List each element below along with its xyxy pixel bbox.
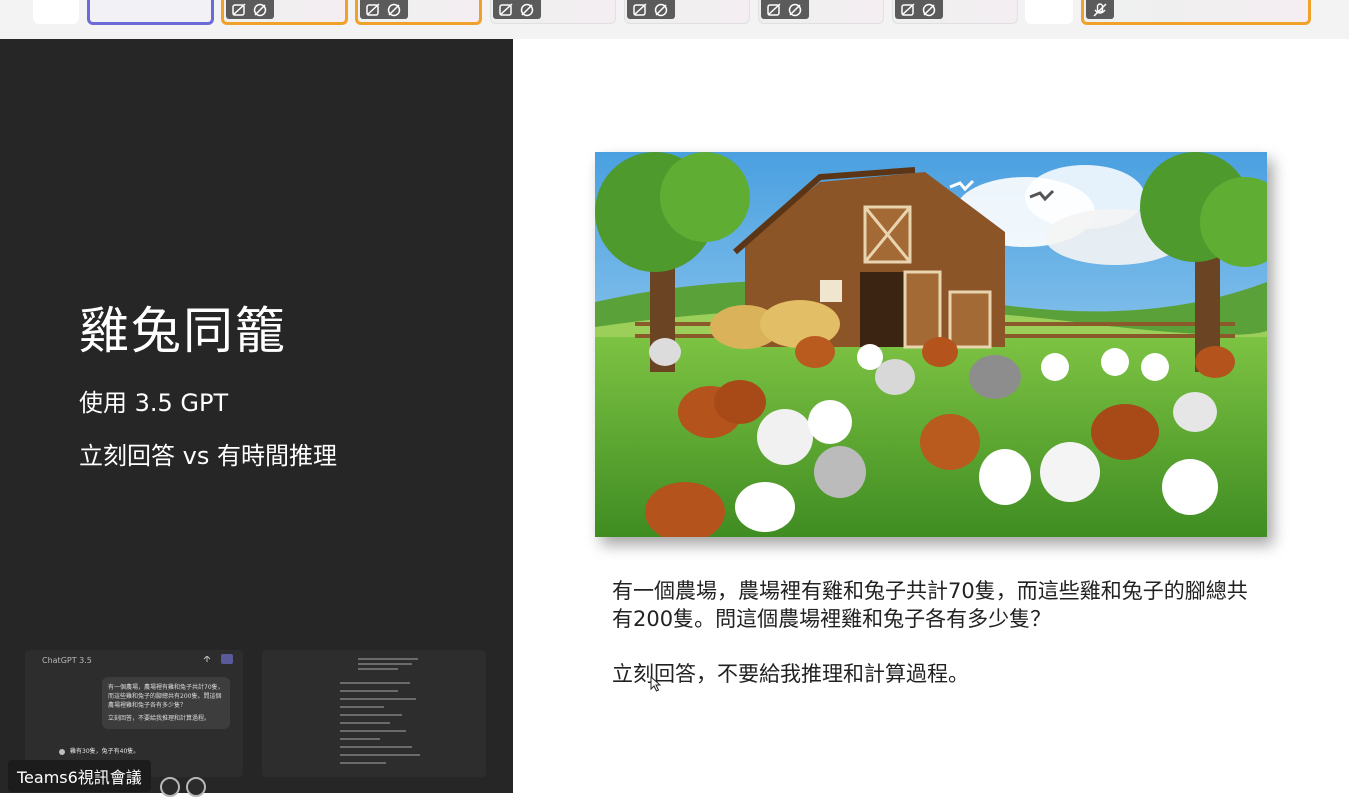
participant-tile[interactable] [221, 0, 348, 25]
text-line [340, 698, 416, 700]
mouse-cursor-icon [650, 676, 662, 692]
participant-tile[interactable] [624, 0, 750, 24]
text-line [340, 730, 406, 732]
mic-off-icon[interactable] [921, 3, 937, 17]
participant-tile[interactable] [490, 0, 616, 24]
mic-off-icon[interactable] [252, 3, 268, 17]
text-line [340, 706, 384, 708]
tile-controls [627, 0, 675, 19]
shared-slide-left-panel: 雞兔同籠 使用 3.5 GPT 立刻回答 vs 有時間推理 ChatGPT 3.… [0, 39, 513, 793]
tile-controls [226, 0, 274, 19]
chatgpt-reasoning-thumbnail [262, 650, 486, 777]
text-line [340, 746, 412, 748]
mic-off-icon[interactable] [519, 3, 535, 17]
participant-tile[interactable] [1081, 0, 1311, 25]
camera-off-icon[interactable] [767, 2, 783, 17]
chatgpt-logo-icon [59, 748, 65, 755]
tile-controls [360, 0, 408, 19]
instruction-text: 立刻回答，不要給我推理和計算過程。 [612, 662, 969, 686]
slide-tagline: 立刻回答 vs 有時間推理 [79, 442, 337, 470]
mic-off-icon[interactable] [787, 3, 803, 17]
answer-text: 雞有30隻，兔子有40隻。 [70, 748, 140, 755]
text-line [340, 714, 402, 716]
camera-off-icon[interactable] [633, 2, 649, 17]
share-icon [203, 656, 211, 662]
slide-title: 雞兔同籠 [79, 302, 287, 360]
chatgpt-model-label: ChatGPT 3.5 [42, 656, 92, 665]
text-line [340, 754, 420, 756]
tile-controls [1086, 0, 1114, 19]
slide-subtitle: 使用 3.5 GPT [79, 389, 229, 417]
prompt-bubble: 有一個農場，農場裡有雞和兔子共計70隻，而這些雞和兔子的腳總共有200隻。問這個… [102, 677, 230, 729]
mic-off-icon[interactable] [1092, 2, 1108, 17]
more-options-icon[interactable] [186, 777, 206, 797]
question-text: 有一個農場，農場裡有雞和兔子共計70隻，而這些雞和兔子的腳總共有200隻。問這個… [612, 579, 1248, 631]
farm-illustration [595, 152, 1267, 537]
video-call-icon[interactable] [160, 777, 180, 797]
text-line [358, 658, 418, 660]
prompt-text: 有一個農場，農場裡有雞和兔子共計70隻，而這些雞和兔子的腳總共有200隻。問這個… [108, 684, 224, 709]
text-line [340, 722, 390, 724]
participant-strip [0, 0, 1349, 39]
prompt-instruction: 立刻回答，不要給我推理和計算過程。 [108, 715, 211, 722]
text-line [340, 682, 410, 684]
tile-controls [895, 0, 943, 19]
participant-tile[interactable] [355, 0, 482, 25]
camera-off-icon[interactable] [901, 2, 917, 17]
participant-tile[interactable] [1025, 0, 1073, 24]
text-line [358, 663, 412, 665]
mic-off-icon[interactable] [386, 3, 402, 17]
chatgpt-screenshot-thumbnail: ChatGPT 3.5 有一個農場，農場裡有雞和兔子共計70隻，而這些雞和兔子的… [25, 650, 243, 777]
tile-controls [761, 0, 809, 19]
chatgpt-answer: 雞有30隻，兔子有40隻。 [59, 746, 139, 755]
self-video-tile[interactable] [87, 0, 214, 25]
avatar [221, 654, 233, 664]
participant-tile[interactable] [892, 0, 1018, 24]
text-line [340, 690, 398, 692]
text-line [358, 668, 398, 670]
text-line [340, 762, 386, 764]
meeting-name-label: Teams6視訊會議 [8, 760, 151, 792]
camera-off-icon[interactable] [366, 2, 382, 17]
tile-controls [493, 0, 541, 19]
participant-tile[interactable] [758, 0, 884, 24]
participant-tile[interactable] [33, 0, 79, 24]
text-line [340, 738, 380, 740]
mic-off-icon[interactable] [653, 3, 669, 17]
camera-off-icon[interactable] [499, 2, 515, 17]
camera-off-icon[interactable] [232, 2, 248, 17]
